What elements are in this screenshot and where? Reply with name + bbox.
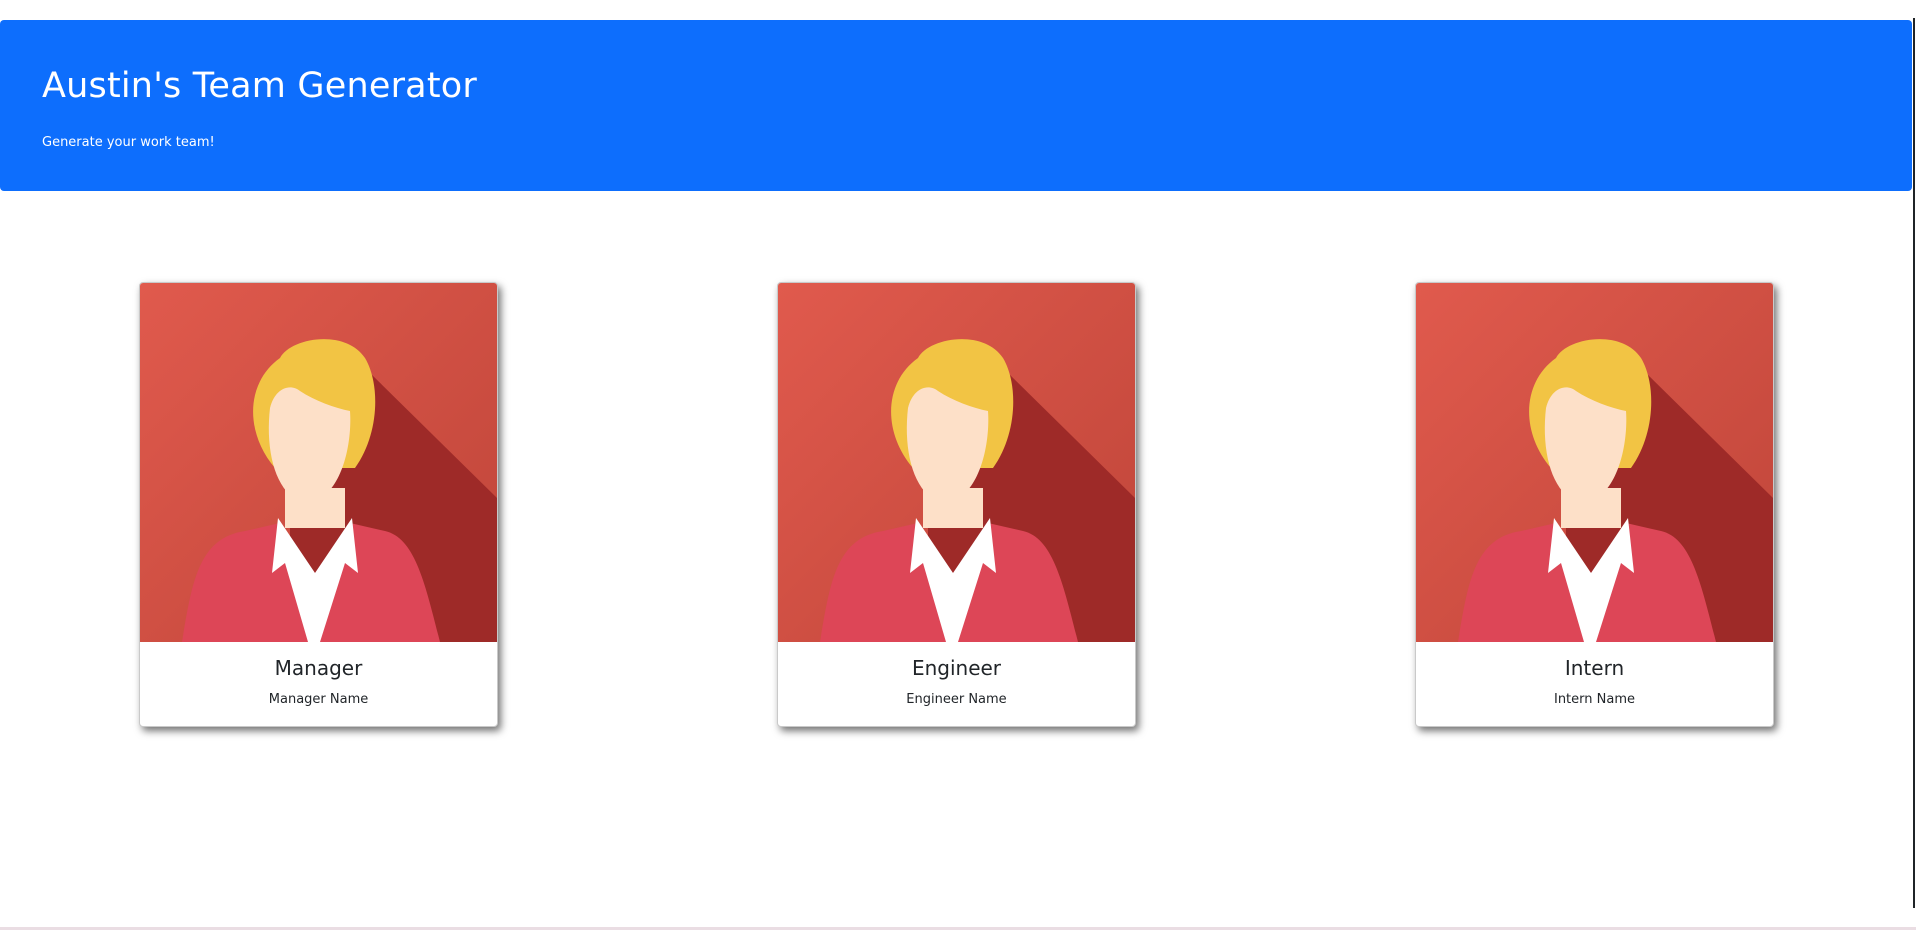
card-member-name: Engineer Name [906,692,1007,707]
female-avatar-icon [778,283,1135,642]
team-card-manager: Manager Manager Name [139,282,498,727]
female-avatar-icon [1416,283,1773,642]
team-card-intern: Intern Intern Name [1415,282,1774,727]
page-title: Austin's Team Generator [42,66,477,106]
female-avatar-icon [140,283,497,642]
card-role-title: Manager [274,656,363,680]
page: Austin's Team Generator Generate your wo… [0,0,1916,930]
header-banner: Austin's Team Generator Generate your wo… [0,20,1912,191]
window-right-edge [1913,18,1915,908]
team-card-engineer: Engineer Engineer Name [777,282,1136,727]
card-role-title: Engineer [911,656,1002,680]
card-role-title: Intern [1564,656,1625,680]
card-member-name: Manager Name [268,692,369,707]
card-member-name: Intern Name [1553,692,1635,707]
page-subtitle: Generate your work team! [42,135,215,150]
